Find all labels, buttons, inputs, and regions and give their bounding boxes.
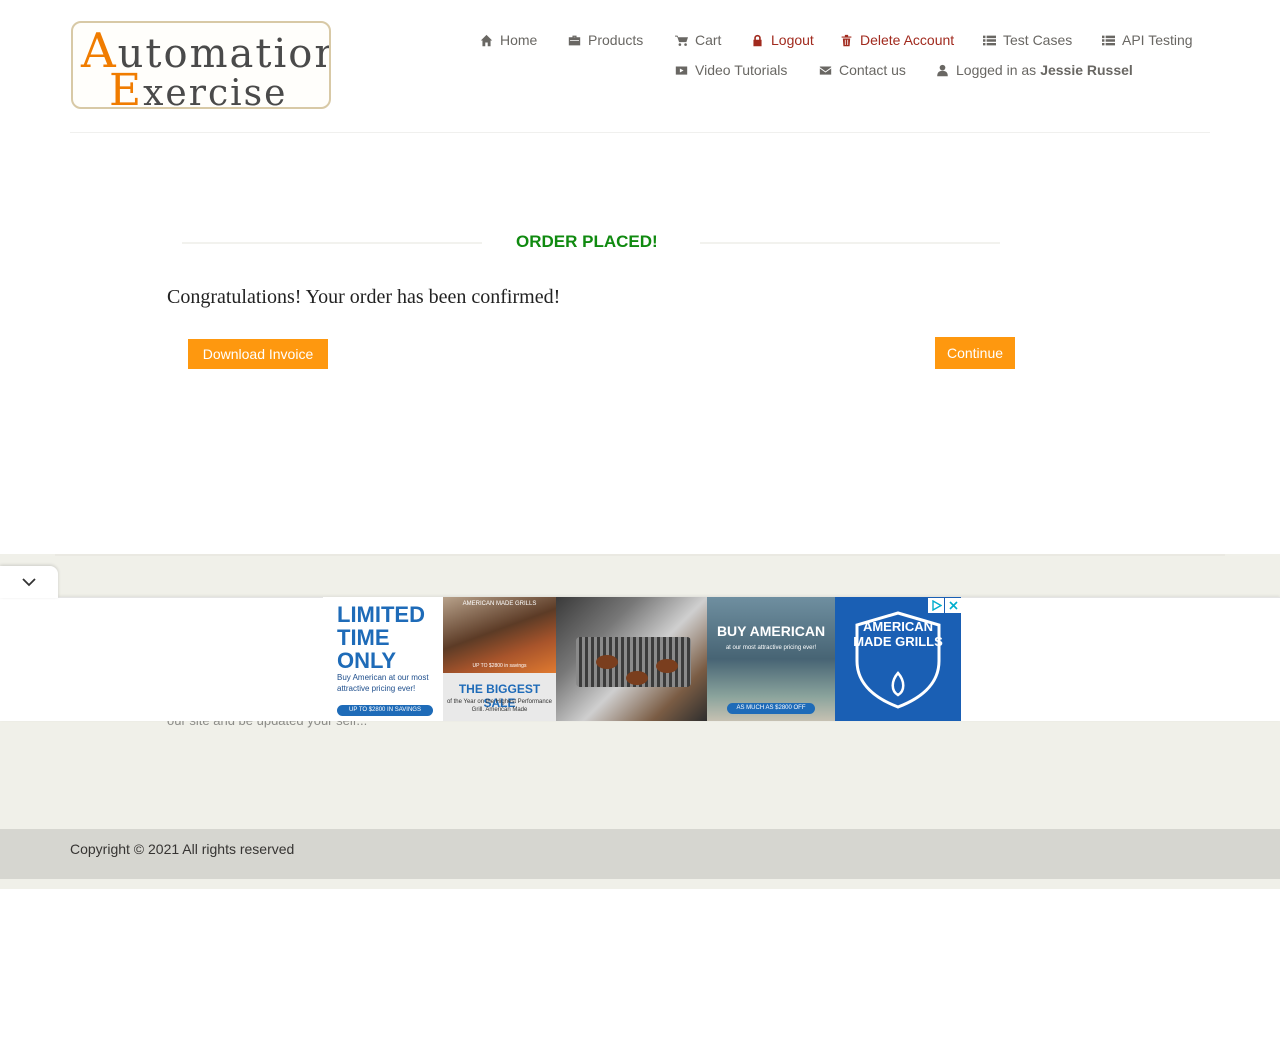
nav-test-cases[interactable]: Test Cases (983, 31, 1072, 49)
user-icon (937, 64, 948, 76)
copyright-text: Copyright © 2021 All rights reserved (70, 841, 295, 857)
ad-steak (626, 671, 648, 685)
order-placed-title: ORDER PLACED! (516, 232, 658, 251)
nav-products-label: Products (588, 32, 644, 48)
site-logo[interactable]: Automation Exercise (71, 21, 331, 109)
ad-steak (596, 655, 618, 669)
ad-limited-headline: LIMITED TIME ONLY (337, 602, 425, 673)
nav-logout-label: Logout (771, 32, 814, 48)
lock-icon (753, 34, 762, 46)
ad-panel-limited: LIMITED TIME ONLY Buy American at our mo… (323, 597, 443, 721)
ad-controls (927, 598, 961, 613)
ad-choices-icon (931, 600, 942, 611)
logo-initial-e: E (109, 65, 144, 109)
logo-word-exercise: xercise (143, 73, 288, 109)
ad-panel-brand: AMERICAN MADE GRILLS (835, 597, 961, 721)
continue-button[interactable]: Continue (935, 337, 1015, 369)
ad-limited-text: Buy American at our most attractive pric… (337, 673, 429, 693)
youtube-play-icon (675, 65, 688, 75)
ad-steak (656, 659, 678, 673)
ad-limited-pill: UP TO $2800 IN SAVINGS (337, 705, 433, 716)
nav-video-tutorials-label: Video Tutorials (695, 62, 788, 78)
ad-panel-sale: AMERICAN MADE GRILLS UP TO $2800 in savi… (443, 597, 556, 721)
nav-cart-label: Cart (695, 32, 722, 48)
briefcase-icon (568, 35, 581, 45)
list-icon (1102, 35, 1115, 45)
download-invoice-button[interactable]: Download Invoice (188, 339, 328, 369)
header-divider (70, 132, 1210, 133)
chevron-down-icon (22, 578, 36, 587)
logged-in-username: Jessie Russel (1040, 62, 1133, 78)
nav-home[interactable]: Home (480, 31, 537, 49)
nav-delete-account[interactable]: Delete Account (840, 31, 954, 49)
advertisement-banner[interactable]: LIMITED TIME ONLY Buy American at our mo… (323, 597, 961, 721)
nav-products[interactable]: Products (568, 31, 643, 49)
nav-api-testing-label: API Testing (1122, 32, 1193, 48)
ad-grill-photo (443, 597, 556, 673)
trash-icon (841, 34, 852, 46)
order-confirmation-message: Congratulations! Your order has been con… (167, 286, 561, 308)
ad-close-button[interactable] (945, 598, 961, 613)
ad-panel-grill-photo (556, 597, 707, 721)
nav-contact-us[interactable]: Contact us (819, 61, 906, 79)
nav-logout[interactable]: Logout (751, 31, 814, 49)
ad-sale-subtext: of the Year on the Highest Performance G… (446, 699, 553, 713)
cart-icon (675, 35, 688, 46)
nav-home-label: Home (500, 32, 538, 48)
nav-api-testing[interactable]: API Testing (1102, 31, 1193, 49)
ad-buy-american-subtext: at our most attractive pricing ever! (725, 645, 817, 651)
nav-contact-us-label: Contact us (839, 62, 906, 78)
ad-buy-american-headline: BUY AMERICAN (716, 623, 826, 639)
ad-panel-buy-american: BUY AMERICAN at our most attractive pric… (707, 597, 835, 721)
ad-buy-american-pill: AS MUCH AS $2800 OFF (727, 703, 815, 714)
title-line-left (182, 242, 482, 244)
envelope-icon (819, 65, 832, 75)
close-icon (948, 601, 958, 610)
nav-cart[interactable]: Cart (675, 31, 721, 49)
nav-delete-account-label: Delete Account (860, 32, 955, 48)
logged-in-prefix: Logged in as (956, 62, 1037, 78)
footer-tail (0, 879, 1280, 889)
ad-collapse-toggle[interactable] (0, 566, 58, 598)
nav-logged-in-as[interactable]: Logged in as Jessie Russel (936, 61, 1133, 79)
nav-video-tutorials[interactable]: Video Tutorials (675, 61, 787, 79)
title-line-right (700, 242, 1000, 244)
list-icon (983, 35, 996, 45)
ad-sale-brand: AMERICAN MADE GRILLS (462, 601, 537, 607)
home-icon (480, 34, 493, 46)
ad-sale-savings: UP TO $2800 in savings (472, 663, 527, 669)
ad-choices-button[interactable] (928, 598, 944, 613)
ad-brand-headline: AMERICAN MADE GRILLS (853, 619, 943, 649)
nav-test-cases-label: Test Cases (1003, 32, 1073, 48)
